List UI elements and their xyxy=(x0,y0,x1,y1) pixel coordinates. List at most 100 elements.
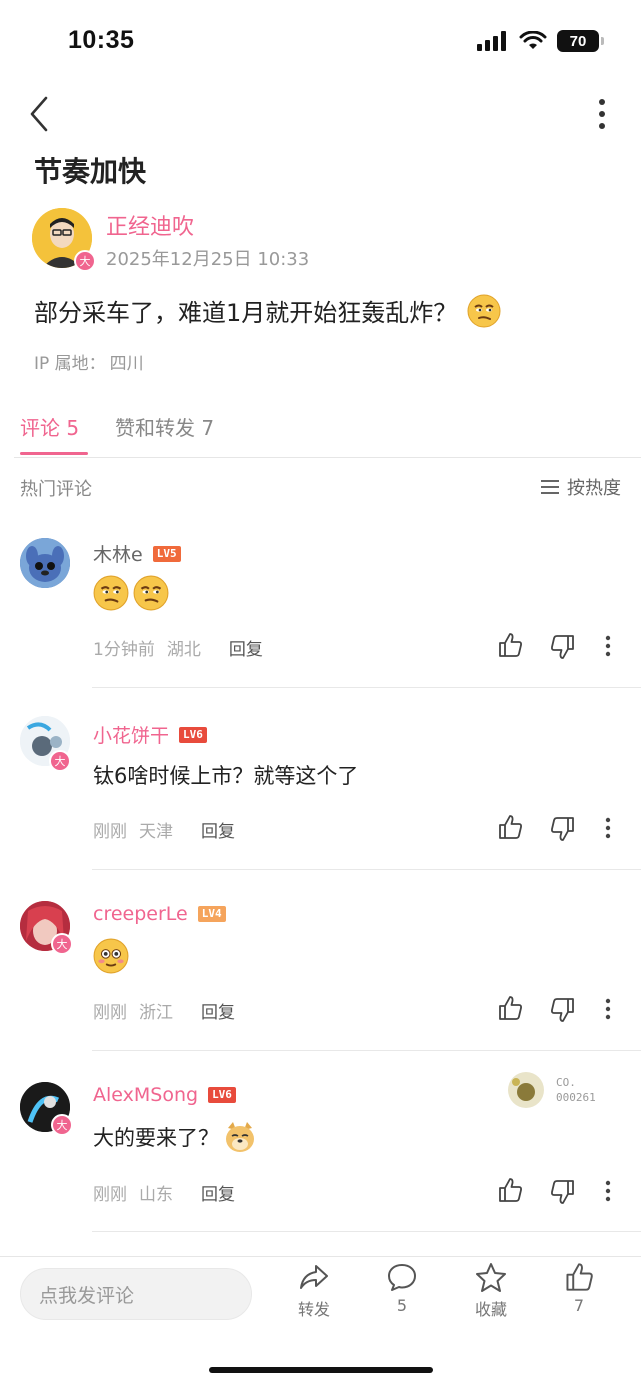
status-time: 10:35 xyxy=(68,26,135,54)
like-post-button[interactable]: 7 xyxy=(549,1262,609,1315)
comment-separator xyxy=(92,1231,641,1232)
dislike-button[interactable] xyxy=(549,633,577,661)
comment-meta: 刚刚 天津 回复 xyxy=(93,817,235,842)
comment-time: 刚刚 xyxy=(93,1185,127,1205)
reply-button[interactable]: 回复 xyxy=(201,998,235,1023)
comment-more-button[interactable] xyxy=(594,632,622,660)
back-button[interactable] xyxy=(22,92,62,136)
comment-input-placeholder: 点我发评论 xyxy=(39,1284,135,1307)
like-button[interactable] xyxy=(496,994,524,1022)
comment-content xyxy=(93,575,169,611)
comment-separator xyxy=(92,869,641,870)
dislike-button[interactable] xyxy=(549,996,577,1024)
like-button[interactable] xyxy=(496,1176,524,1204)
ip-location: IP 属地： 四川 xyxy=(34,349,144,374)
fan-card-line2: 000261 xyxy=(556,1091,596,1104)
status-icons: 70 xyxy=(477,30,604,52)
commenter-name[interactable]: 木林e xyxy=(93,540,143,567)
chevron-left-icon xyxy=(30,96,48,132)
comment-time: 1分钟前 xyxy=(93,640,155,660)
tab-active-indicator xyxy=(20,452,88,455)
favorite-button[interactable]: 收藏 xyxy=(461,1262,521,1320)
comment-meta: 1分钟前 湖北 回复 xyxy=(93,635,263,660)
comment-time: 刚刚 xyxy=(93,1003,127,1023)
comments-button[interactable]: 5 xyxy=(372,1262,432,1315)
comment-content: 大的要来了？ xyxy=(93,1120,257,1154)
list-sort-icon xyxy=(541,480,559,494)
sort-by-hot-button[interactable]: 按热度 xyxy=(541,474,621,500)
level-badge: LV6 xyxy=(179,726,207,743)
share-button[interactable]: 转发 xyxy=(284,1262,344,1320)
comment-more-button[interactable] xyxy=(594,995,622,1023)
more-vertical-icon xyxy=(605,998,611,1020)
fan-card[interactable]: CO. 000261 xyxy=(504,1070,596,1110)
cellular-signal-icon xyxy=(477,31,506,51)
bottom-bar-divider xyxy=(0,1256,641,1257)
tab-comments[interactable]: 评论 5 xyxy=(20,412,79,441)
thumbs-up-icon xyxy=(499,815,522,839)
post-title: 节奏加快 xyxy=(34,155,147,188)
home-indicator[interactable] xyxy=(209,1367,433,1373)
avatar-illustration xyxy=(20,538,70,588)
comment-location: 天津 xyxy=(139,822,173,842)
fan-card-avatar-icon xyxy=(508,1072,544,1108)
more-options-button[interactable] xyxy=(587,96,617,132)
comment-more-button[interactable] xyxy=(594,814,622,842)
thumbs-up-icon xyxy=(499,1178,522,1202)
fan-card-line1: CO. xyxy=(556,1076,576,1089)
ip-location-value: 四川 xyxy=(109,354,144,374)
commenter-name-row: creeperLe LV4 xyxy=(93,903,226,925)
reply-button[interactable]: 回复 xyxy=(201,817,235,842)
dislike-button[interactable] xyxy=(549,815,577,843)
comment-location: 浙江 xyxy=(139,1003,173,1023)
more-vertical-icon xyxy=(599,99,605,129)
smirk-emoji-icon xyxy=(93,575,129,611)
dislike-button[interactable] xyxy=(549,1178,577,1206)
level-badge: LV5 xyxy=(152,545,181,562)
like-count: 7 xyxy=(573,1296,585,1315)
comment-time: 刚刚 xyxy=(93,822,127,842)
battery-indicator: 70 xyxy=(557,30,604,52)
comment-location: 山东 xyxy=(139,1185,173,1205)
comment-content xyxy=(93,938,129,974)
commenter-verified-badge: 大 xyxy=(49,750,71,772)
reply-button[interactable]: 回复 xyxy=(229,635,263,660)
comment-meta: 刚刚 山东 回复 xyxy=(93,1180,235,1205)
commenter-name-row: 木林e LV5 xyxy=(93,540,181,567)
level-badge: LV4 xyxy=(197,906,226,922)
more-vertical-icon xyxy=(605,817,611,839)
ip-location-label: IP 属地： xyxy=(34,354,106,374)
thumbs-down-icon xyxy=(551,635,574,659)
post-timestamp: 2025年12月25日 10:33 xyxy=(106,249,310,270)
thumbs-down-icon xyxy=(551,1180,574,1204)
comment-bubble-icon xyxy=(388,1264,416,1291)
sort-label: 按热度 xyxy=(567,478,621,499)
tabs-divider xyxy=(14,457,641,458)
commenter-name[interactable]: AlexMSong xyxy=(93,1084,198,1106)
commenter-name-row: AlexMSong LV6 xyxy=(93,1084,236,1106)
author-verified-badge: 大 xyxy=(74,250,96,272)
comment-text: 大的要来了？ xyxy=(93,1126,219,1150)
commenter-name[interactable]: creeperLe xyxy=(93,903,188,925)
comment-text: 钛6啥时候上市？就等这个了 xyxy=(93,764,359,788)
smirk-emoji-icon xyxy=(467,294,501,327)
author-name[interactable]: 正经迪吹 xyxy=(106,209,194,241)
thumbs-down-icon xyxy=(551,998,574,1022)
hot-comments-label: 热门评论 xyxy=(20,479,92,500)
commenter-verified-badge: 大 xyxy=(51,933,73,955)
favorite-label: 收藏 xyxy=(474,1300,507,1319)
tab-likes-and-shares[interactable]: 赞和转发 7 xyxy=(115,412,214,441)
comment-location: 湖北 xyxy=(166,640,201,660)
reply-button[interactable]: 回复 xyxy=(201,1180,235,1205)
comment-more-button[interactable] xyxy=(594,1177,622,1205)
commenter-name[interactable]: 小花饼干 xyxy=(93,721,169,748)
thumbs-up-icon xyxy=(499,633,522,657)
like-button[interactable] xyxy=(496,631,524,659)
commenter-verified-badge: 大 xyxy=(51,1114,73,1136)
thumbs-down-icon xyxy=(551,817,574,841)
like-button[interactable] xyxy=(496,813,524,841)
thumbs-up-icon xyxy=(499,996,522,1020)
star-icon xyxy=(476,1263,506,1292)
comment-input[interactable]: 点我发评论 xyxy=(20,1268,252,1320)
commenter-avatar[interactable] xyxy=(20,538,70,588)
